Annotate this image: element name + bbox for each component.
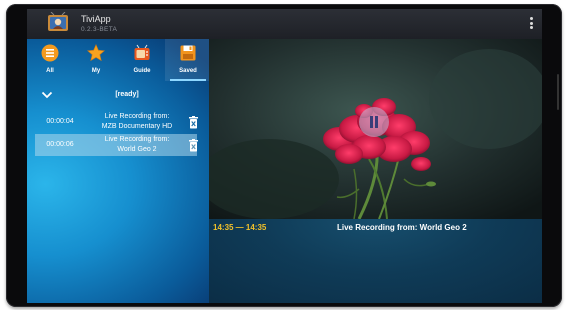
pause-button[interactable]	[359, 107, 389, 137]
overflow-menu-icon[interactable]	[528, 17, 534, 31]
recording-title: Live Recording from: World Geo 2	[87, 135, 187, 154]
recording-row[interactable]: 00:00:04 Live Recording from: MZB Docume…	[35, 111, 199, 133]
recording-title: Live Recording from: MZB Documentary HD	[87, 112, 187, 131]
recording-title-line2: World Geo 2	[117, 145, 157, 153]
tab-label: Guide	[133, 68, 151, 74]
tablet-frame: TiviApp 0.2.3-BETA All My Guide Saved [r…	[6, 4, 562, 307]
recordings-panel: All My Guide Saved [ready] 00:00:04 Live…	[27, 39, 211, 303]
recording-title-line1: Live Recording from:	[104, 136, 170, 143]
recording-duration: 00:00:04	[46, 118, 74, 125]
app-logo-icon	[48, 12, 68, 31]
tab-label: Saved	[179, 68, 197, 74]
recording-row-selected[interactable]: 00:00:06 Live Recording from: World Geo …	[35, 134, 199, 156]
tab-my[interactable]: My	[73, 39, 119, 81]
video-player: 14:35 — 14:35 Live Recording from: World…	[209, 39, 542, 303]
app-version: 0.2.3-BETA	[81, 26, 118, 33]
recording-title-line2: MZB Documentary HD	[101, 122, 173, 130]
side-button	[557, 74, 559, 110]
program-info-bar: 14:35 — 14:35 Live Recording from: World…	[209, 219, 542, 303]
tab-bar: All My Guide Saved	[27, 39, 211, 81]
chevron-down-icon[interactable]	[41, 90, 53, 100]
tab-label: All	[46, 68, 54, 74]
recording-title-line1: Live Recording from:	[104, 113, 170, 120]
delete-icon[interactable]	[188, 116, 199, 129]
app-title: TiviApp	[81, 14, 111, 24]
app-screen: TiviApp 0.2.3-BETA All My Guide Saved [r…	[27, 9, 542, 303]
tab-all[interactable]: All	[27, 39, 73, 81]
star-icon	[87, 44, 105, 62]
selected-tab-indicator	[170, 79, 206, 81]
program-time-range: 14:35 — 14:35	[213, 223, 267, 232]
recording-duration: 00:00:06	[46, 141, 74, 148]
tab-label: My	[91, 68, 101, 74]
recording-status: [ready]	[115, 91, 139, 98]
program-title: Live Recording from: World Geo 2	[337, 223, 467, 232]
video-frame[interactable]	[209, 39, 542, 219]
tab-saved[interactable]: Saved	[165, 39, 211, 81]
delete-icon[interactable]	[188, 139, 199, 152]
list-icon	[41, 44, 59, 62]
action-bar: TiviApp 0.2.3-BETA	[27, 9, 542, 39]
tab-guide[interactable]: Guide	[119, 39, 165, 81]
save-icon	[180, 45, 196, 61]
tv-guide-icon	[134, 44, 150, 60]
